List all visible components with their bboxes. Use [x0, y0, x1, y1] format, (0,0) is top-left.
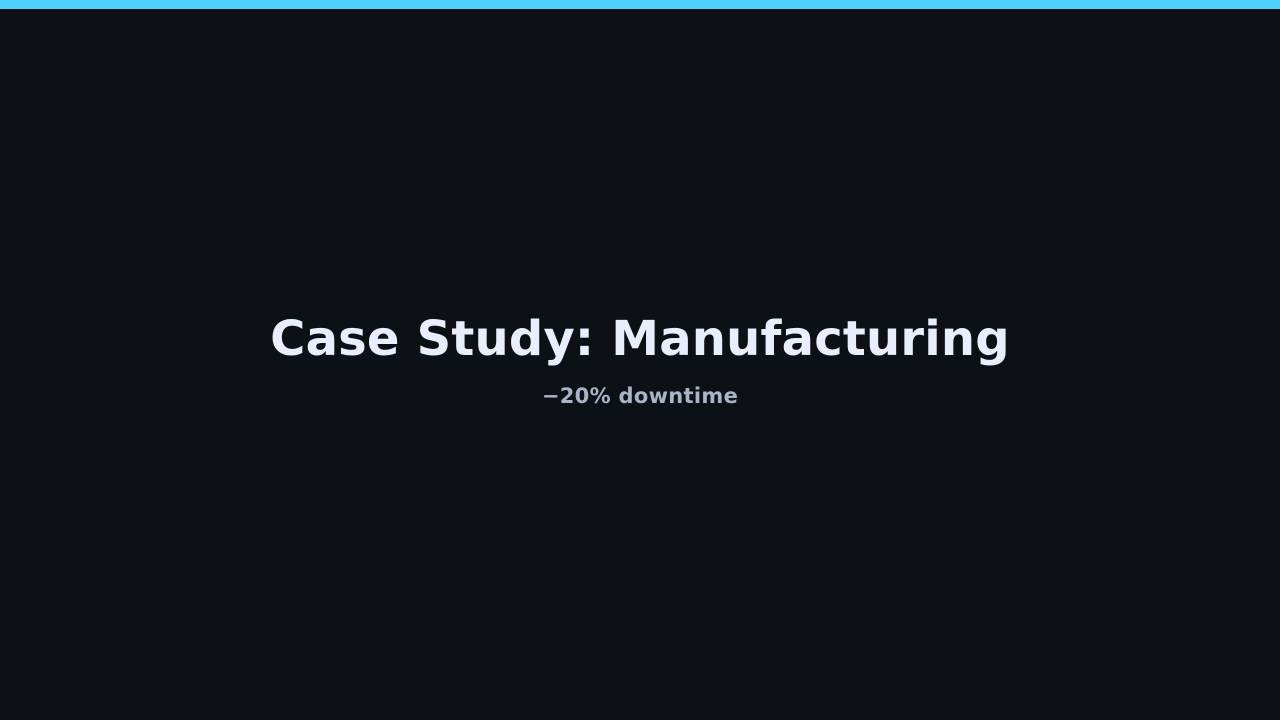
slide-subtitle: −20% downtime [541, 384, 739, 408]
slide-title: Case Study: Manufacturing [270, 311, 1010, 367]
slide-content: Case Study: Manufacturing −20% downtime [0, 0, 1280, 720]
slide: Case Study: Manufacturing −20% downtime [0, 0, 1280, 720]
